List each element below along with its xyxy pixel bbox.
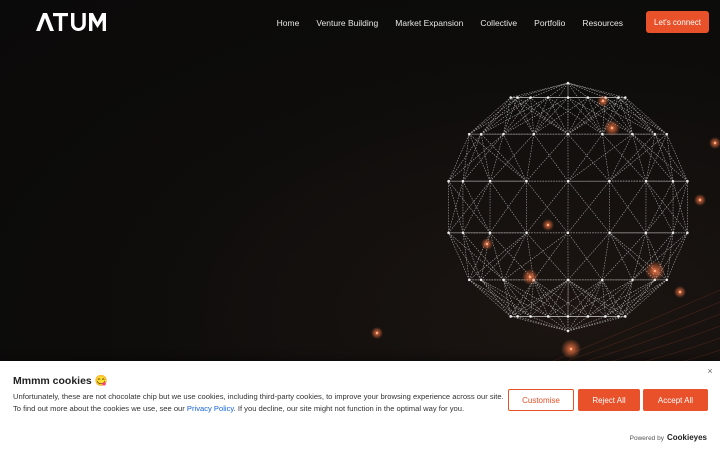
nav-market-expansion[interactable]: Market Expansion [395,17,463,29]
lets-connect-button[interactable]: Let's connect [646,11,709,33]
nav-resources[interactable]: Resources [582,17,623,29]
cookie-description: Unfortunately, these are not chocolate c… [13,391,505,416]
nav-venture-building[interactable]: Venture Building [316,17,378,29]
nav-collective[interactable]: Collective [480,17,517,29]
privacy-policy-link[interactable]: Privacy Policy [187,404,234,413]
accept-all-button[interactable]: Accept All [643,389,708,411]
nav-home[interactable]: Home [277,17,300,29]
customise-button[interactable]: Customise [508,389,574,411]
reject-all-button[interactable]: Reject All [578,389,640,411]
main-nav: Home Venture Building Market Expansion C… [260,17,623,29]
powered-by: Powered by Cookieyes [630,433,707,442]
cookieyes-logo[interactable]: Cookieyes [667,433,707,442]
cookie-text-part-2: . If you decline, our site might not fun… [233,404,465,414]
nav-portfolio[interactable]: Portfolio [534,17,565,29]
cookie-title: Mmmm cookies 😋 [13,375,108,387]
cookie-banner: Mmmm cookies 😋 × Unfortunately, these ar… [0,361,720,450]
atum-logo[interactable] [36,13,106,31]
powered-by-label: Powered by [629,435,664,442]
close-icon[interactable]: × [704,365,716,377]
